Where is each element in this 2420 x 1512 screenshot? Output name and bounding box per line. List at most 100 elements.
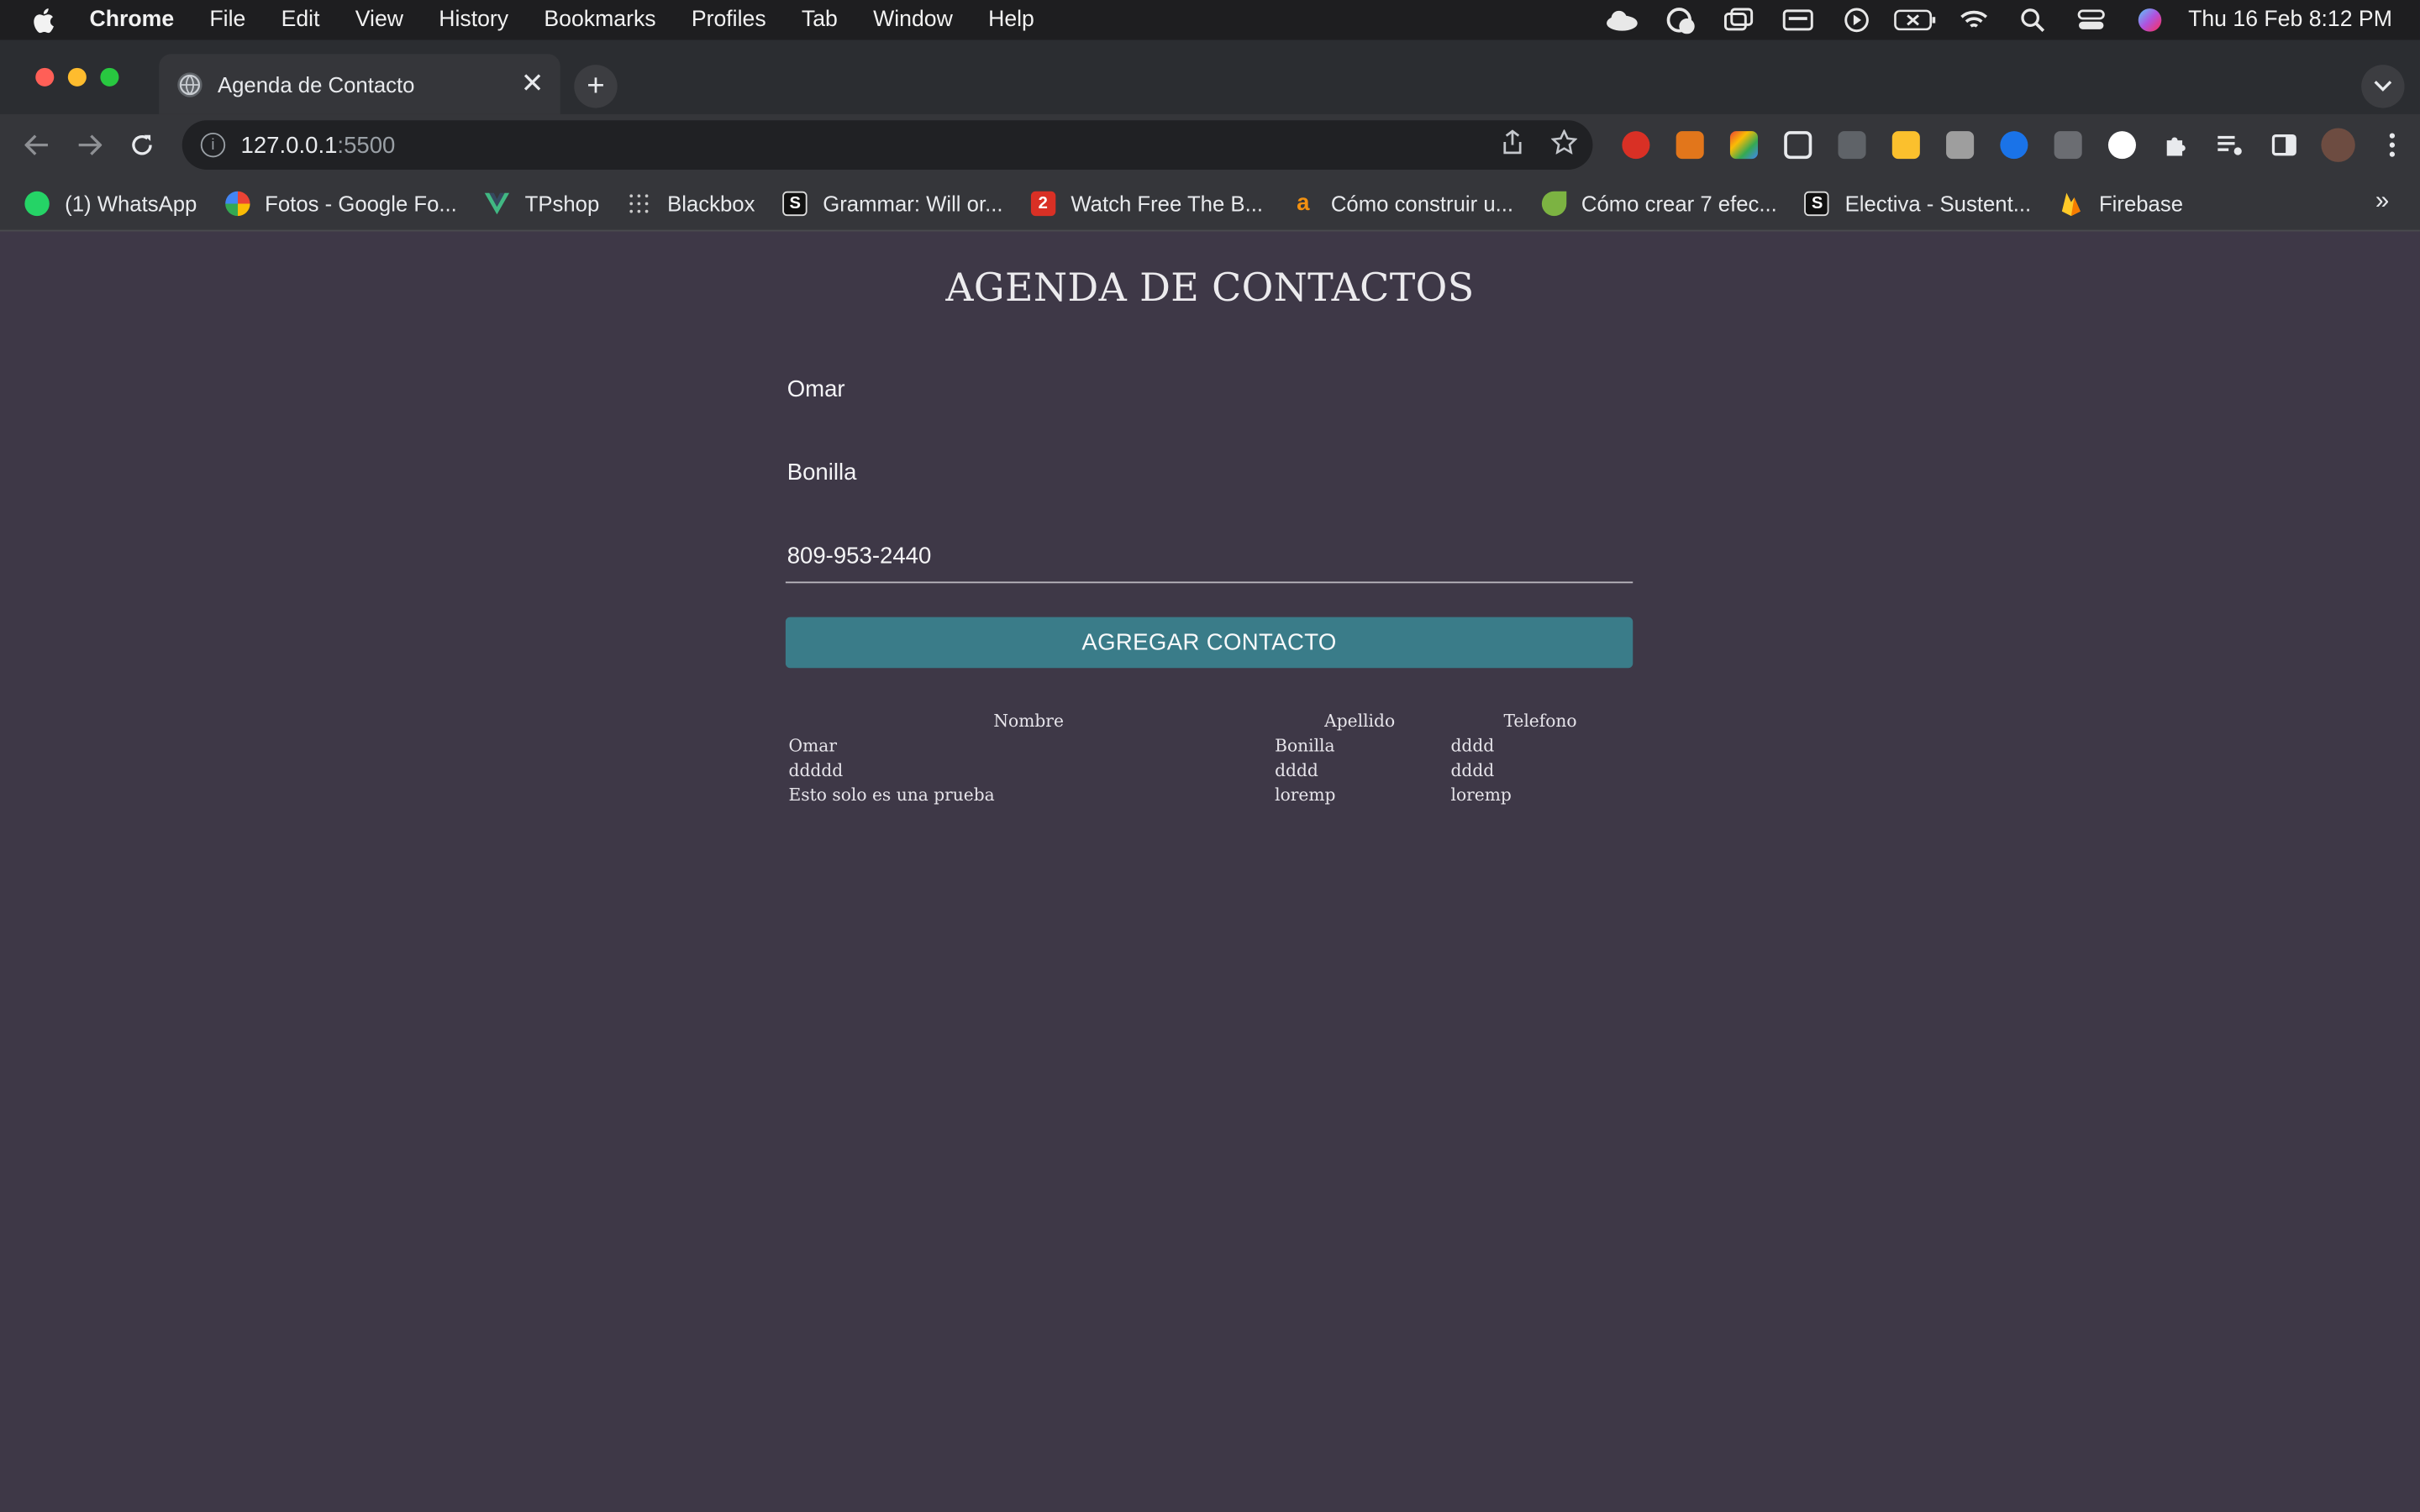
new-tab-button[interactable]: +: [574, 65, 618, 108]
table-row: Esto solo es una prueba loremp loremp: [786, 782, 1633, 806]
page-title: AGENDA DE CONTACTOS: [945, 265, 1475, 311]
bookmark-como-construir[interactable]: a Cómo construir u...: [1291, 189, 1514, 217]
browser-toolbar: i 127.0.0.1:5500: [0, 113, 2420, 176]
bookmark-grammar[interactable]: S Grammar: Will or...: [782, 190, 1003, 216]
back-arrow-icon[interactable]: [11, 118, 63, 171]
wifi-icon[interactable]: [1944, 0, 2003, 40]
address-bar[interactable]: i 127.0.0.1:5500: [182, 120, 1593, 171]
control-center-icon[interactable]: [2061, 0, 2120, 40]
siri-icon[interactable]: [2120, 0, 2179, 40]
more-menu-icon[interactable]: [2365, 114, 2418, 176]
tab-search-chevron-icon[interactable]: [2361, 65, 2405, 108]
menu-history[interactable]: History: [439, 8, 508, 32]
last-name-input[interactable]: [785, 445, 1634, 499]
side-panel-icon[interactable]: [2256, 114, 2310, 176]
bookmark-whatsapp[interactable]: (1) WhatsApp: [24, 190, 197, 216]
menu-bookmarks[interactable]: Bookmarks: [544, 8, 655, 32]
bookmark-label: (1) WhatsApp: [65, 190, 197, 216]
bookmarks-overflow-icon[interactable]: »: [2375, 188, 2389, 216]
tab-agenda-de-contacto[interactable]: Agenda de Contacto ✕: [159, 54, 560, 114]
cs-extension-icon[interactable]: [2040, 114, 2094, 176]
extensions-puzzle-icon[interactable]: [2149, 114, 2202, 176]
blackbox-icon: [627, 191, 651, 215]
bookmark-label: Electiva - Sustent...: [1844, 190, 2032, 216]
electiva-icon: S: [1804, 190, 1830, 216]
column-header-apellido: Apellido: [1324, 710, 1396, 731]
table-header-row: Nombre Apellido Telefono: [786, 708, 1633, 732]
globe-icon: [177, 71, 203, 97]
vue-icon: [484, 191, 510, 215]
first-name-input[interactable]: [785, 362, 1634, 416]
apple-icon[interactable]: [31, 6, 55, 34]
spotlight-search-icon[interactable]: [2003, 0, 2062, 40]
close-tab-icon[interactable]: ✕: [517, 68, 548, 100]
menu-edit[interactable]: Edit: [281, 8, 320, 32]
c-extension-icon[interactable]: [1824, 114, 1878, 176]
forward-arrow-icon[interactable]: [63, 118, 115, 171]
add-contact-button[interactable]: AGREGAR CONTACTO: [785, 617, 1634, 669]
browser-tab-strip: Agenda de Contacto ✕ +: [0, 39, 2420, 114]
menu-window[interactable]: Window: [873, 8, 953, 32]
bookmark-google-photos[interactable]: Fotos - Google Fo...: [224, 190, 457, 216]
reload-icon[interactable]: [116, 118, 168, 171]
keyboard-icon[interactable]: [1769, 0, 1828, 40]
picture-in-picture-extension-icon[interactable]: [1770, 114, 1824, 176]
profile-avatar[interactable]: [2311, 114, 2365, 176]
media-queue-icon[interactable]: [2202, 114, 2256, 176]
puzzle-blue-extension-icon[interactable]: [1986, 114, 2040, 176]
bookmark-como-crear[interactable]: Cómo crear 7 efec...: [1541, 190, 1777, 216]
menu-help[interactable]: Help: [988, 8, 1034, 32]
cell-apellido: loremp: [1275, 784, 1336, 805]
menubar-clock[interactable]: Thu 16 Feb 8:12 PM: [2188, 8, 2392, 32]
cell-telefono: dddd: [1450, 735, 1495, 756]
menu-app-name[interactable]: Chrome: [90, 8, 175, 32]
cell-telefono: dddd: [1450, 759, 1495, 780]
bookmarks-bar: (1) WhatsApp Fotos - Google Fo... TPshop…: [0, 176, 2420, 232]
watch-icon: 2: [1030, 190, 1055, 216]
play-icon[interactable]: [1827, 0, 1886, 40]
json-extension-icon[interactable]: [2094, 114, 2148, 176]
bookmark-watch-free[interactable]: 2 Watch Free The B...: [1030, 190, 1264, 216]
bookmark-label: Fotos - Google Fo...: [265, 190, 457, 216]
whatsapp-icon: [24, 190, 50, 216]
menu-tab[interactable]: Tab: [802, 8, 838, 32]
table-row: Omar Bonilla dddd: [786, 732, 1633, 757]
bookmark-tpshop[interactable]: TPshop: [484, 190, 600, 216]
bookmark-label: TPshop: [524, 190, 600, 216]
share-icon[interactable]: [1502, 129, 1523, 160]
color-palette-extension-icon[interactable]: [1716, 114, 1770, 176]
phone-input[interactable]: [785, 530, 1634, 584]
url-port: :5500: [337, 132, 396, 159]
window-controls: [35, 67, 119, 87]
minimize-window-button[interactable]: [67, 67, 87, 87]
menu-file[interactable]: File: [209, 8, 245, 32]
icloud-icon[interactable]: [1592, 0, 1651, 40]
bookmark-label: Watch Free The B...: [1071, 190, 1264, 216]
metamask-extension-icon[interactable]: [1662, 114, 1716, 176]
site-info-icon[interactable]: i: [200, 132, 226, 158]
bookmark-star-icon[interactable]: [1550, 129, 1578, 160]
cell-nombre: Omar: [788, 735, 837, 756]
column-header-telefono: Telefono: [1503, 710, 1577, 731]
menu-view[interactable]: View: [355, 8, 403, 32]
k-extension-icon[interactable]: [1933, 114, 1986, 176]
cell-nombre: Esto solo es una prueba: [788, 784, 995, 805]
cell-apellido: Bonilla: [1275, 735, 1335, 756]
google-photos-icon: [224, 190, 250, 216]
cell-telefono: loremp: [1450, 784, 1512, 805]
bookmark-label: Cómo construir u...: [1330, 190, 1514, 216]
window-stack-icon[interactable]: [1710, 0, 1769, 40]
battery-icon[interactable]: [1886, 0, 1944, 40]
amazon-icon: a: [1297, 189, 1310, 217]
bookmark-firebase[interactable]: Firebase: [2059, 191, 2183, 216]
column-header-nombre: Nombre: [993, 710, 1064, 731]
leaf-icon: [1541, 190, 1566, 216]
notifications-icon[interactable]: [1651, 0, 1710, 40]
close-window-button[interactable]: [35, 67, 55, 87]
bookmark-electiva[interactable]: S Electiva - Sustent...: [1804, 190, 2032, 216]
zoom-window-button[interactable]: [100, 67, 119, 87]
adblock-extension-icon[interactable]: [1608, 114, 1662, 176]
bookmark-blackbox[interactable]: Blackbox: [627, 191, 755, 215]
t-extension-icon[interactable]: [1878, 114, 1932, 176]
menu-profiles[interactable]: Profiles: [692, 8, 766, 32]
